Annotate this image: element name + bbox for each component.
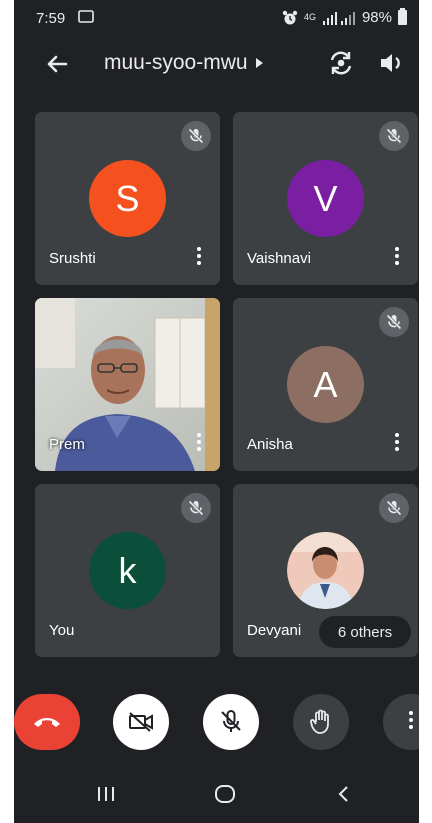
- avatar: V: [287, 160, 364, 237]
- status-indicators: 4G 98%: [282, 8, 407, 26]
- camera-off-icon: [129, 712, 153, 732]
- back-nav-icon[interactable]: [336, 784, 350, 804]
- signal-icon: [322, 11, 355, 25]
- participant-name: You: [49, 622, 75, 639]
- avatar: k: [89, 532, 166, 609]
- meeting-code: muu-syoo-mwu: [104, 51, 248, 74]
- meeting-header: muu-syoo-mwu: [14, 36, 419, 92]
- hang-up-icon: [34, 718, 60, 727]
- mic-off-icon: [181, 493, 211, 523]
- mic-off-icon: [379, 121, 409, 151]
- mic-off-icon: [379, 307, 409, 337]
- alarm-icon: [282, 10, 298, 24]
- mic-toggle-button[interactable]: [203, 694, 259, 750]
- avatar: S: [89, 160, 166, 237]
- home-icon[interactable]: [213, 784, 237, 804]
- participant-tile-srushti[interactable]: S Srushti: [35, 112, 220, 285]
- status-time: 7:59: [36, 10, 66, 27]
- battery-icon: [398, 8, 407, 25]
- avatar-photo: [287, 532, 364, 609]
- mic-off-icon: [181, 121, 211, 151]
- meeting-code-button[interactable]: muu-syoo-mwu: [104, 51, 263, 75]
- mic-off-icon: [221, 710, 241, 732]
- camera-toggle-button[interactable]: [113, 694, 169, 750]
- battery-label: 98%: [361, 9, 392, 26]
- recent-apps-icon[interactable]: [95, 784, 117, 804]
- more-vert-icon[interactable]: [196, 247, 202, 269]
- participant-name: Srushti: [49, 250, 96, 267]
- more-vert-icon[interactable]: [196, 433, 202, 455]
- more-vert-icon[interactable]: [394, 433, 400, 455]
- network-type-label: 4G: [303, 12, 316, 22]
- raise-hand-icon: [310, 709, 329, 734]
- back-arrow-icon[interactable]: [42, 49, 72, 79]
- more-vert-icon: [408, 711, 414, 733]
- switch-camera-icon[interactable]: [326, 48, 356, 78]
- system-nav-bar: [14, 770, 419, 823]
- participant-name: Anisha: [247, 436, 293, 453]
- participant-tile-you[interactable]: k You: [35, 484, 220, 657]
- status-bar: 7:59 4G 98%: [14, 0, 419, 36]
- speaker-icon[interactable]: [378, 48, 406, 78]
- avatar: A: [287, 346, 364, 423]
- more-options-button[interactable]: [383, 694, 419, 750]
- participant-tile-vaishnavi[interactable]: V Vaishnavi: [233, 112, 418, 285]
- call-screen: 7:59 4G 98% muu-syoo-mwu S Srushti V Vai…: [14, 0, 419, 823]
- participant-name: Vaishnavi: [247, 250, 311, 267]
- end-call-button[interactable]: [14, 694, 80, 750]
- screen-cast-icon: [78, 10, 94, 23]
- participant-tile-anisha[interactable]: A Anisha: [233, 298, 418, 471]
- caret-right-icon: [255, 58, 263, 68]
- others-count-pill[interactable]: 6 others: [319, 616, 411, 648]
- raise-hand-button[interactable]: [293, 694, 349, 750]
- call-controls: [14, 690, 419, 756]
- participant-name: Devyani: [247, 622, 302, 639]
- participant-name: Prem: [49, 436, 85, 453]
- participant-tile-prem[interactable]: Prem: [35, 298, 220, 471]
- more-vert-icon[interactable]: [394, 247, 400, 269]
- mic-off-icon: [379, 493, 409, 523]
